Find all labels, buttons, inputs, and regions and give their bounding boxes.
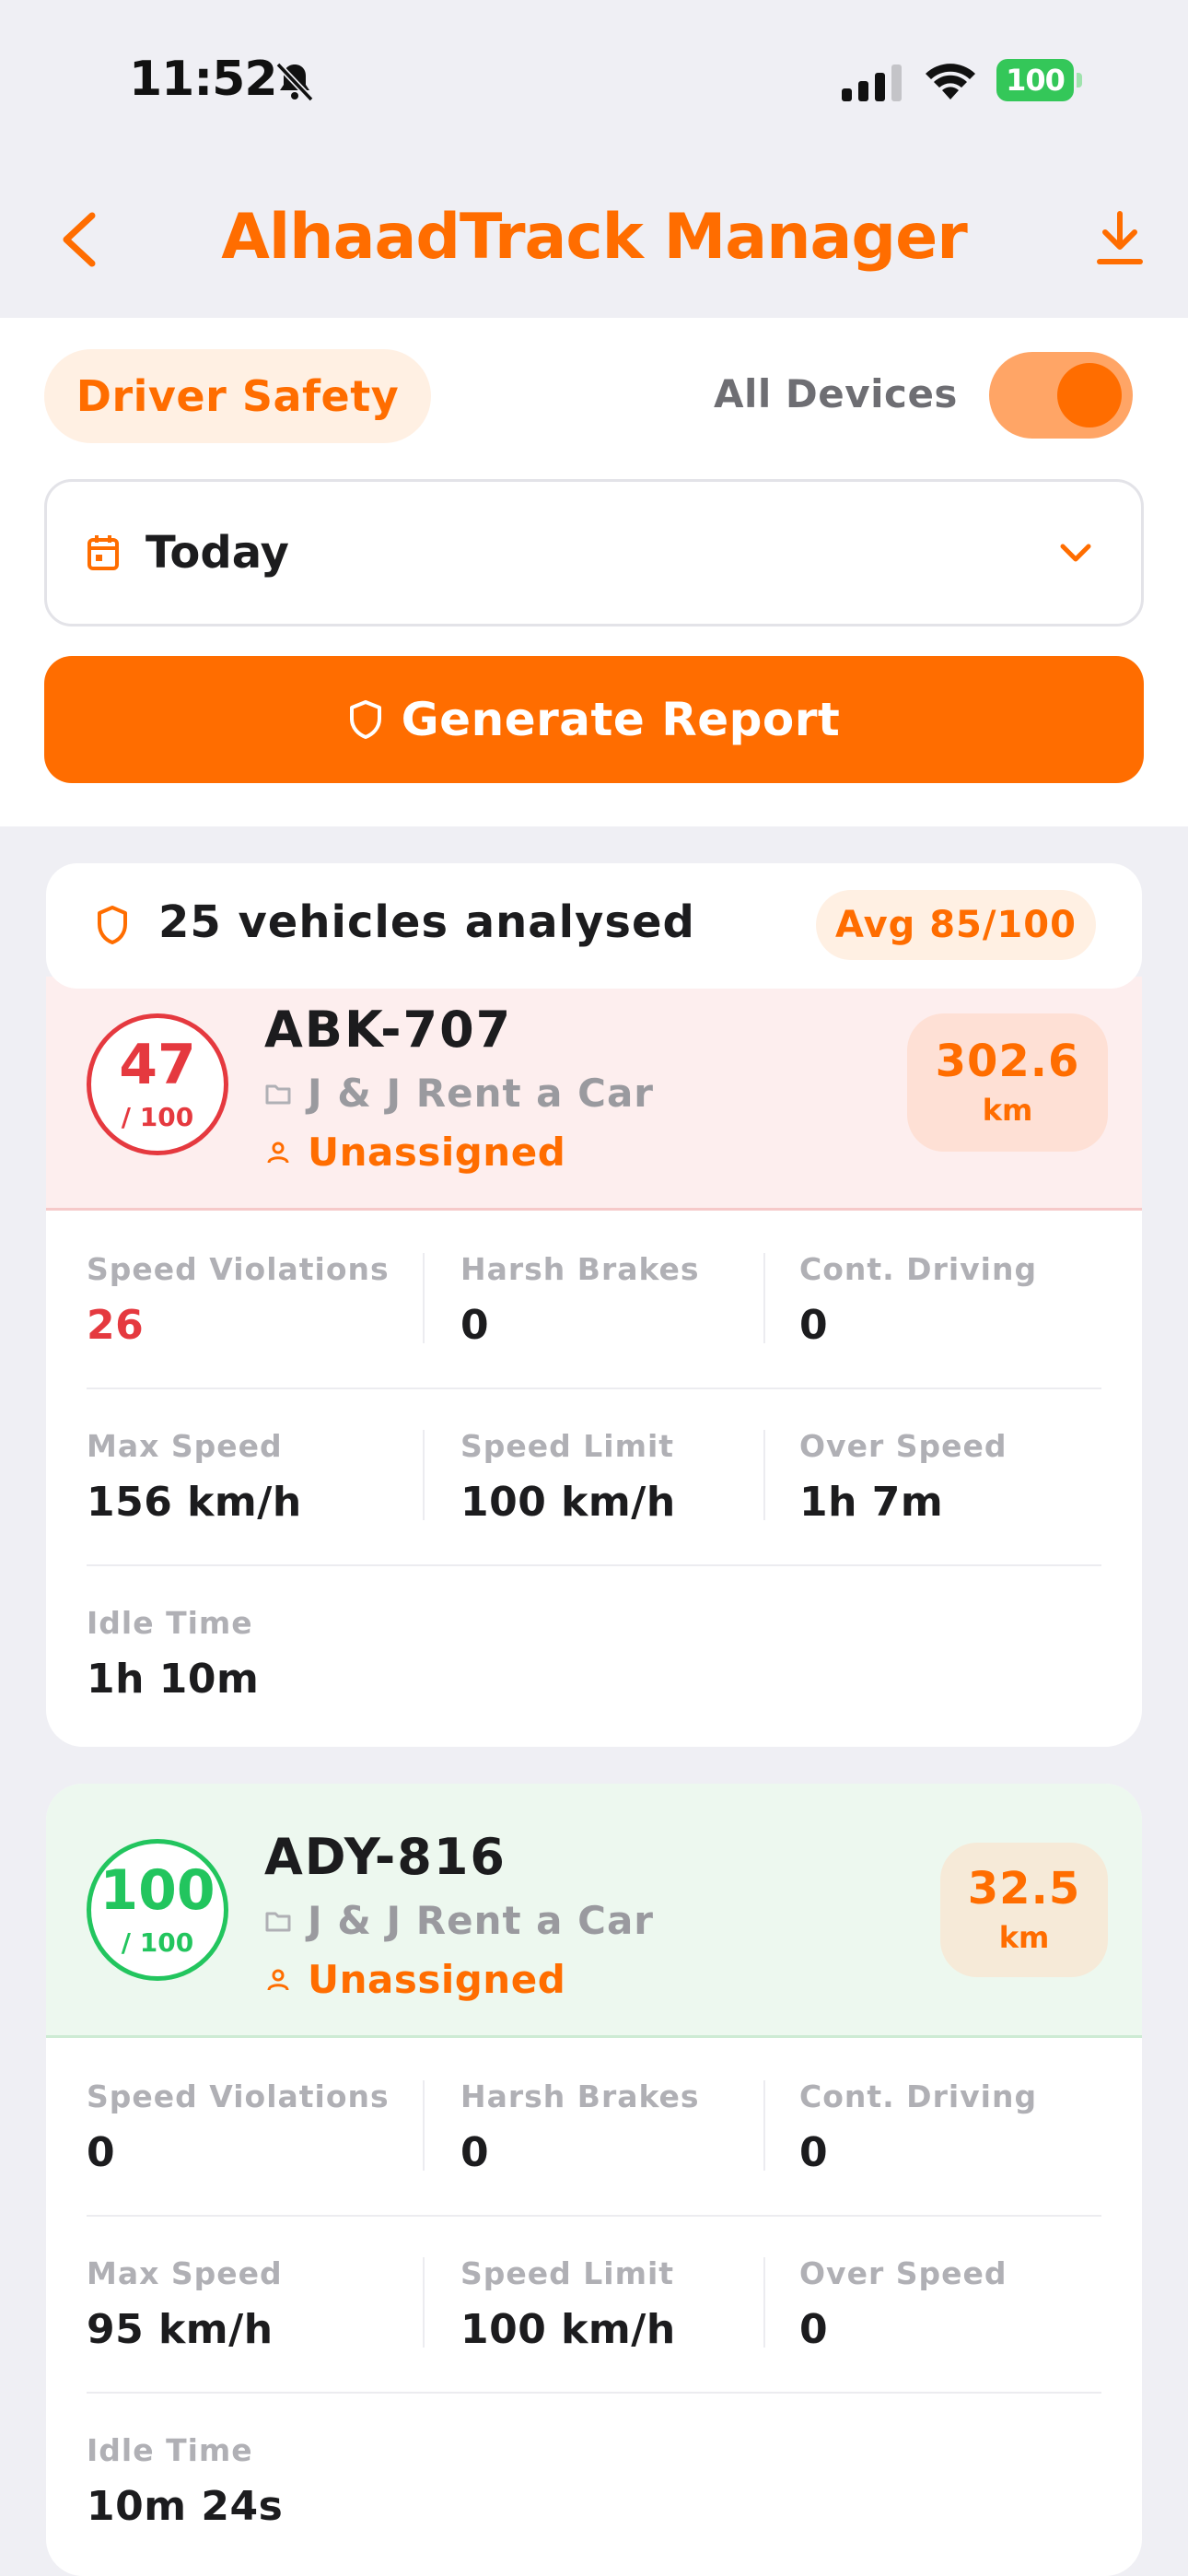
chevron-down-icon	[1060, 544, 1091, 562]
driver-safety-chip[interactable]: Driver Safety	[44, 349, 431, 443]
safety-score-max: / 100	[121, 1101, 194, 1132]
person-icon	[267, 1969, 289, 1991]
speed-violations-value: 26	[87, 1302, 145, 1349]
safety-score-value: 100	[99, 1857, 215, 1923]
date-select-value: Today	[146, 527, 289, 579]
shield-icon	[98, 906, 127, 944]
vehicle-driver: Unassigned	[265, 1957, 565, 2002]
generate-report-button[interactable]: Generate Report	[44, 656, 1144, 783]
generate-report-label: Generate Report	[401, 693, 841, 746]
folder-icon	[265, 1084, 291, 1104]
battery-level: 100	[996, 59, 1074, 101]
distance-unit: km	[982, 1093, 1033, 1129]
safety-score-ring: 100 / 100	[87, 1839, 228, 1981]
vehicle-plate: ABK-707	[264, 1001, 513, 1059]
vehicle-company: J & J Rent a Car	[265, 1071, 654, 1116]
vehicle-plate: ADY-816	[264, 1828, 507, 1886]
stat-cont-driving: Cont. Driving 0	[799, 2078, 1038, 2176]
stat-harsh-brakes: Harsh Brakes 0	[460, 1251, 700, 1349]
all-devices-toggle[interactable]	[989, 352, 1133, 439]
stat-cont-driving: Cont. Driving 0	[799, 1251, 1038, 1349]
stat-speed-violations: Speed Violations 26	[87, 1251, 390, 1349]
company-name: J & J Rent a Car	[308, 1071, 655, 1116]
average-score-badge: Avg 85/100	[816, 890, 1096, 960]
stat-idle-time: Idle Time 10m 24s	[87, 2432, 284, 2530]
safety-score-value: 47	[119, 1032, 196, 1097]
vehicle-driver: Unassigned	[265, 1130, 565, 1175]
stat-max-speed: Max Speed 156 km/h	[87, 1428, 302, 1526]
speed-violations-value: 0	[87, 2129, 116, 2176]
stat-idle-time: Idle Time 1h 10m	[87, 1605, 260, 1703]
distance-badge: 302.6 km	[907, 1013, 1108, 1152]
stat-max-speed: Max Speed 95 km/h	[87, 2255, 283, 2353]
distance-badge: 32.5 km	[940, 1843, 1108, 1977]
stat-speed-limit: Speed Limit 100 km/h	[460, 2255, 676, 2353]
distance-value: 302.6	[935, 1035, 1080, 1087]
distance-unit: km	[998, 1920, 1050, 1956]
download-icon[interactable]	[1094, 210, 1146, 269]
signal-icon	[842, 64, 902, 101]
folder-icon	[265, 1912, 291, 1931]
shield-icon	[349, 700, 381, 739]
calendar-icon	[87, 535, 119, 570]
safety-score-max: / 100	[121, 1926, 194, 1958]
bell-slash-icon	[275, 62, 314, 102]
stat-over-speed: Over Speed 1h 7m	[799, 1428, 1007, 1526]
all-devices-label: All Devices	[714, 371, 958, 416]
page-title: AlhaadTrack Manager	[221, 201, 968, 274]
stat-speed-violations: Speed Violations 0	[87, 2078, 390, 2176]
safety-score-ring: 47 / 100	[87, 1013, 228, 1155]
vehicle-company: J & J Rent a Car	[265, 1898, 654, 1943]
status-time: 11:52	[129, 52, 278, 107]
driver-name: Unassigned	[308, 1957, 566, 2002]
stat-harsh-brakes: Harsh Brakes 0	[460, 2078, 700, 2176]
driver-name: Unassigned	[308, 1130, 566, 1175]
person-icon	[267, 1142, 289, 1164]
vehicles-analysed-text: 25 vehicles analysed	[158, 896, 695, 948]
stat-over-speed: Over Speed 0	[799, 2255, 1007, 2353]
wifi-icon	[926, 64, 975, 100]
stat-speed-limit: Speed Limit 100 km/h	[460, 1428, 676, 1526]
company-name: J & J Rent a Car	[308, 1898, 655, 1943]
distance-value: 32.5	[967, 1862, 1081, 1914]
battery-indicator: 100	[996, 59, 1083, 101]
